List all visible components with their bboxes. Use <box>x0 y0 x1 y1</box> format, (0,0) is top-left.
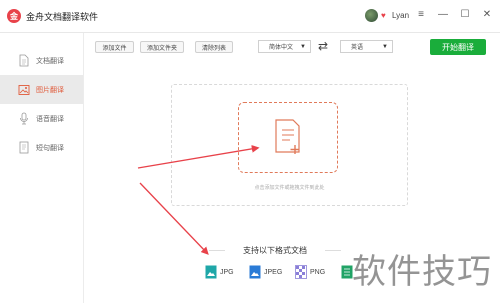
arrow-to-drop-zone <box>137 145 260 169</box>
annotation-arrows <box>137 145 260 255</box>
arrow-to-formats <box>139 182 209 255</box>
